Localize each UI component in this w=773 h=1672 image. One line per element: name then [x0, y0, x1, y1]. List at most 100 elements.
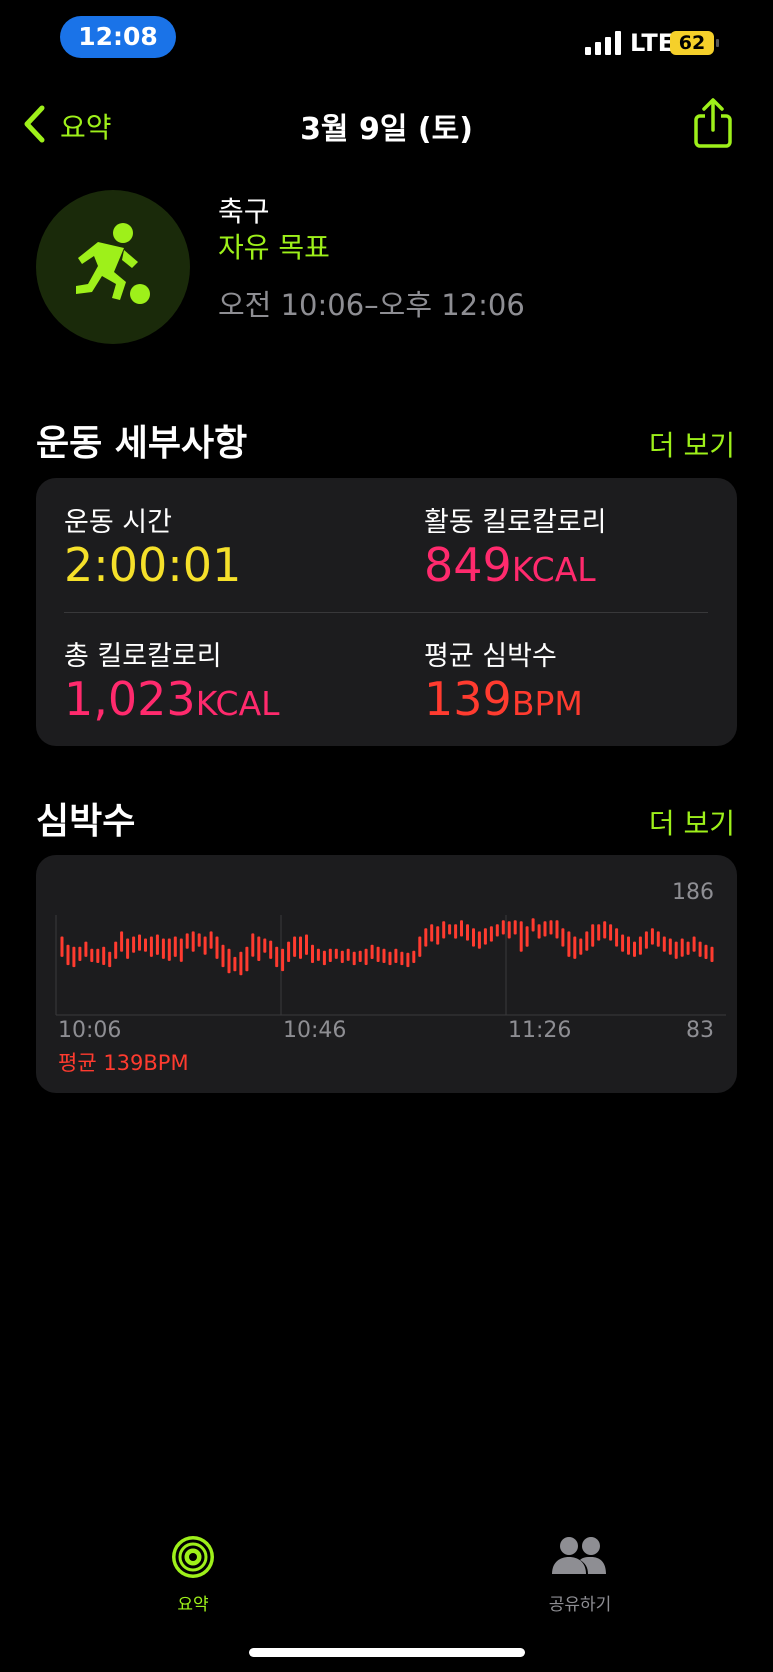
heart-rate-bar: [704, 944, 708, 959]
workout-time-range: 오전 10:06–오후 12:06: [218, 288, 525, 322]
heart-rate-bar: [627, 936, 630, 955]
stat-value: 139: [424, 672, 512, 726]
heart-rate-bar: [656, 931, 660, 947]
heart-rate-bar: [72, 946, 76, 968]
people-icon: [552, 1537, 606, 1574]
stat-value: 2:00:01: [64, 538, 242, 592]
stat-label-active-calories: 활동 킬로칼로리: [424, 507, 607, 538]
heart-rate-bar: [668, 938, 672, 955]
x-tick-label: 11:26: [508, 1018, 572, 1043]
heart-rate-bar: [585, 931, 589, 951]
heart-rate-bar: [173, 936, 177, 957]
y-min-label: 83: [686, 1018, 714, 1043]
tab-summary-label[interactable]: 요약: [150, 1590, 236, 1615]
stat-label-avg-heart-rate: 평균 심박수: [424, 641, 557, 672]
stat-total-calories: 1,023KCAL: [64, 674, 280, 724]
divider: [64, 612, 708, 613]
stat-unit: KCAL: [195, 684, 280, 723]
heart-rate-bar: [460, 920, 463, 937]
heart-rate-bar: [370, 944, 374, 959]
heart-rate-bar: [227, 948, 231, 974]
tab-summary[interactable]: [170, 1534, 216, 1580]
heart-rate-bar: [144, 938, 147, 952]
heart-rate-bar: [406, 952, 410, 968]
network-type: LTE: [630, 29, 675, 57]
cellular-signal-icon: [585, 31, 627, 55]
workout-goal: 자유 목표: [218, 231, 330, 264]
heart-rate-bar: [686, 941, 690, 955]
soccer-player-icon: [76, 223, 150, 304]
stat-label-duration: 운동 시간: [64, 507, 172, 538]
heart-rate-bar: [66, 944, 70, 966]
heart-rate-bar: [114, 941, 118, 959]
heart-rate-bar: [305, 934, 308, 955]
heart-rate-bar: [555, 920, 559, 939]
battery-icon: 62: [670, 31, 720, 55]
heart-rate-bar: [346, 948, 350, 961]
stat-label-total-calories: 총 킬로칼로리: [64, 641, 222, 672]
heart-rate-bar: [179, 938, 183, 962]
stat-value: 849: [424, 538, 512, 592]
heart-rate-more-link[interactable]: 더 보기: [649, 802, 735, 842]
heart-rate-bar: [364, 948, 368, 965]
heart-rate-bar: [311, 944, 314, 963]
heart-rate-bar: [549, 920, 553, 935]
heart-rate-bar: [501, 920, 505, 935]
heart-rate-section-title: 심박수: [36, 801, 136, 842]
heart-rate-bar: [644, 931, 648, 949]
heart-rate-bar: [591, 924, 595, 947]
heart-rate-bar: [495, 924, 499, 937]
heart-rate-bar: [710, 946, 714, 962]
heart-rate-bar: [245, 946, 249, 972]
heart-rate-bar: [78, 946, 82, 961]
heart-rate-bar: [448, 924, 452, 935]
details-more-link[interactable]: 더 보기: [649, 424, 735, 464]
heart-rate-bar: [698, 941, 702, 957]
heart-rate-bar: [328, 948, 332, 962]
heart-rate-bar: [430, 924, 434, 942]
heart-rate-bar: [191, 931, 195, 952]
tab-sharing-label[interactable]: 공유하기: [530, 1590, 630, 1615]
heart-rate-bar: [525, 926, 529, 947]
heart-rate-bar: [537, 924, 541, 939]
heart-rate-bar: [394, 948, 398, 963]
heart-rate-bar: [90, 948, 94, 962]
heart-rate-bar: [281, 948, 285, 972]
workout-name: 축구: [218, 195, 270, 228]
heart-rate-bar: [215, 936, 219, 959]
heart-rate-bar: [340, 950, 344, 963]
heart-rate-bar: [519, 921, 523, 952]
heart-rate-bar: [442, 921, 446, 939]
heart-rate-bar: [561, 928, 565, 947]
heart-rate-bar: [597, 924, 601, 941]
heart-rate-bar: [126, 938, 130, 959]
heart-rate-bar: [167, 938, 171, 961]
share-icon[interactable]: [693, 98, 733, 148]
heart-rate-bar: [633, 941, 636, 957]
workout-icon-circle: [36, 190, 190, 344]
tab-sharing[interactable]: [550, 1536, 608, 1576]
heart-rate-bar: [436, 926, 440, 945]
heart-rate-bar: [650, 928, 654, 945]
x-tick-label: 10:06: [58, 1018, 122, 1043]
heart-rate-bar: [579, 938, 583, 955]
heart-rate-bar: [155, 934, 159, 955]
stat-active-calories: 849KCAL: [424, 540, 596, 590]
stat-value: 1,023: [64, 672, 196, 726]
heart-rate-bar: [293, 936, 297, 957]
heart-rate-bar: [149, 936, 153, 957]
heart-rate-bar: [507, 921, 511, 939]
heart-rate-bar: [60, 936, 64, 957]
heart-rate-bar: [316, 948, 320, 961]
heart-rate-bar: [209, 931, 213, 949]
heart-rate-bar: [382, 948, 386, 963]
heart-rate-bar: [573, 936, 577, 959]
heart-rate-bar: [84, 941, 88, 957]
heart-rate-bar: [275, 946, 279, 968]
heart-rate-bar: [424, 928, 428, 947]
heart-rate-bar: [352, 951, 356, 966]
heart-rate-bar: [197, 933, 201, 947]
heart-rate-bar: [251, 933, 255, 957]
heart-rate-bar: [120, 931, 124, 952]
activity-rings-icon: [172, 1536, 214, 1578]
